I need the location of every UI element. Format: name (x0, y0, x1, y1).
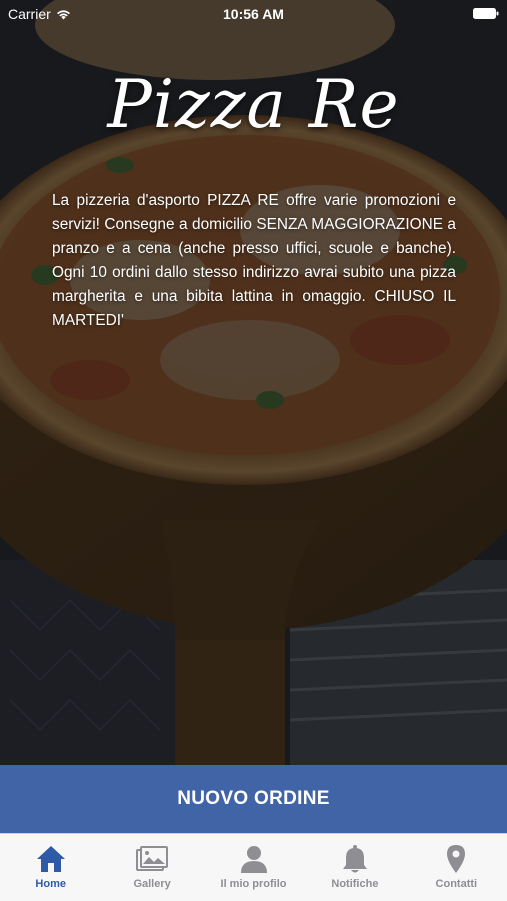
bell-icon (338, 843, 372, 875)
tab-contacts[interactable]: Contatti (406, 834, 507, 901)
restaurant-description: La pizzeria d'asporto PIZZA RE offre var… (52, 192, 456, 329)
location-pin-icon (439, 843, 473, 875)
clock: 10:56 AM (223, 6, 284, 22)
gallery-icon (135, 843, 169, 875)
tab-notifications[interactable]: Notifiche (304, 834, 405, 901)
tab-notifications-label: Notifiche (331, 878, 379, 890)
tab-profile[interactable]: Il mio profilo (203, 834, 304, 901)
status-bar: Carrier 10:56 AM (0, 0, 507, 28)
brand-logo: Pizza Re (107, 66, 400, 143)
tab-gallery[interactable]: Gallery (101, 834, 202, 901)
new-order-button[interactable]: NUOVO ORDINE (0, 765, 507, 833)
tab-home[interactable]: Home (0, 834, 101, 901)
battery-icon (473, 8, 499, 19)
tab-home-label: Home (35, 878, 66, 890)
tab-bar: Home Gallery Il mio profilo Notifiche Co… (0, 833, 507, 901)
tab-profile-label: Il mio profilo (220, 878, 287, 890)
profile-icon (237, 843, 271, 875)
tab-gallery-label: Gallery (133, 878, 171, 890)
tab-contacts-label: Contatti (435, 878, 478, 890)
home-icon (34, 843, 68, 875)
